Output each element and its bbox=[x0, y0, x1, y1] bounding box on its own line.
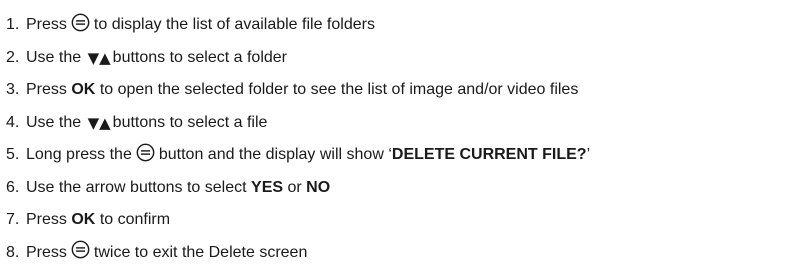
step-text: Use the arrow buttons to select bbox=[26, 178, 247, 196]
step-text: twice to exit the Delete screen bbox=[93, 243, 308, 261]
step-4: 4. Use the ▼▲ buttons to select a file bbox=[6, 107, 590, 140]
step-number: 2. bbox=[6, 48, 20, 66]
step-number: 4. bbox=[6, 113, 20, 131]
step-text: to confirm bbox=[99, 211, 171, 229]
instruction-list: 1. Press to display the list of availabl… bbox=[6, 9, 590, 269]
down-up-arrows-icon: ▼▲ bbox=[87, 48, 111, 67]
step-number: 8. bbox=[6, 243, 20, 261]
menu-button-icon bbox=[71, 240, 90, 259]
step-number: 6. bbox=[6, 178, 20, 196]
menu-button-icon bbox=[136, 143, 155, 162]
step-text: ’ bbox=[586, 146, 591, 164]
step-number: 1. bbox=[6, 16, 20, 34]
step-8: 8. Press twice to exit the Delete screen bbox=[6, 237, 590, 270]
step-5: 5. Long press the button and the display… bbox=[6, 139, 590, 172]
step-text: Press bbox=[26, 211, 67, 229]
step-number: 5. bbox=[6, 146, 20, 164]
ok-label: OK bbox=[71, 81, 96, 99]
ok-label: OK bbox=[71, 211, 96, 229]
step-3: 3. Press OK to open the selected folder … bbox=[6, 74, 590, 107]
step-1: 1. Press to display the list of availabl… bbox=[6, 9, 590, 42]
step-6: 6. Use the arrow buttons to select YES o… bbox=[6, 172, 590, 205]
no-label: NO bbox=[306, 178, 331, 196]
step-text: Use the bbox=[26, 113, 82, 131]
step-text: Press bbox=[26, 16, 67, 34]
step-number: 7. bbox=[6, 211, 20, 229]
step-text: Press bbox=[26, 243, 67, 261]
yes-label: YES bbox=[251, 178, 284, 196]
step-text: Press bbox=[26, 81, 67, 99]
step-2: 2. Use the ▼▲ buttons to select a folder bbox=[6, 42, 590, 75]
down-up-arrows-icon: ▼▲ bbox=[87, 113, 111, 132]
step-text: or bbox=[287, 178, 302, 196]
step-text: Long press the bbox=[26, 146, 132, 164]
step-text: to display the list of available file fo… bbox=[93, 16, 375, 34]
step-text: buttons to select a folder bbox=[112, 48, 287, 66]
step-text: buttons to select a file bbox=[112, 113, 268, 131]
step-7: 7. Press OK to confirm bbox=[6, 204, 590, 237]
delete-current-file-label: DELETE CURRENT FILE? bbox=[391, 146, 587, 164]
menu-button-icon bbox=[71, 13, 90, 32]
step-text: button and the display will show ‘ bbox=[158, 146, 392, 164]
step-text: Use the bbox=[26, 48, 82, 66]
step-number: 3. bbox=[6, 81, 20, 99]
step-text: to open the selected folder to see the l… bbox=[99, 81, 579, 99]
